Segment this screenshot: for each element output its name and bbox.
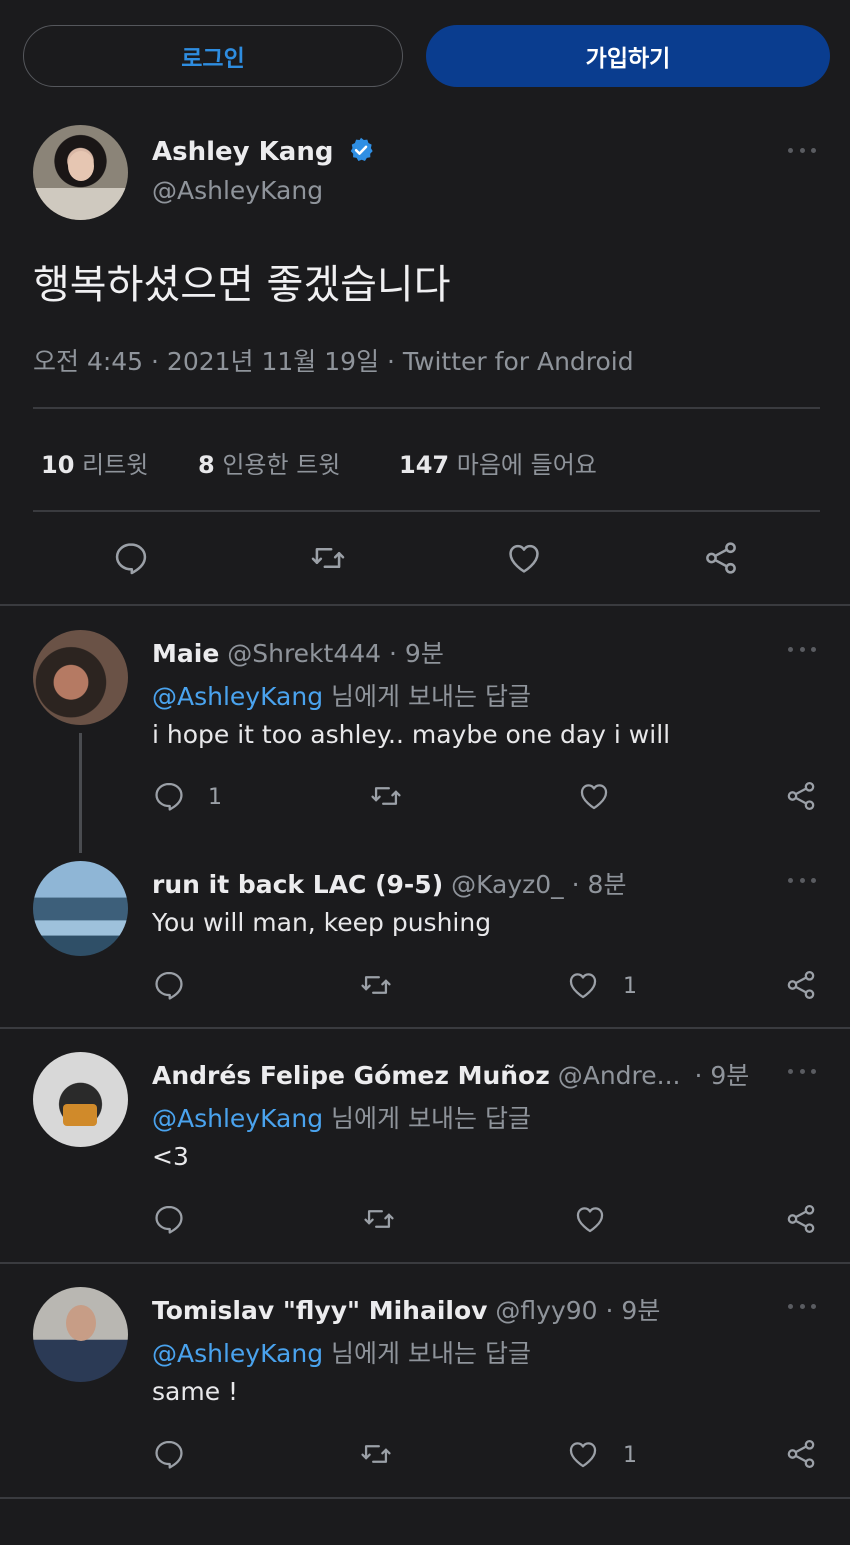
reply-avatar[interactable] [33, 630, 128, 725]
share-icon[interactable] [702, 539, 740, 577]
more-options-icon[interactable] [788, 1069, 816, 1075]
reply-author-handle[interactable]: @Kayz0_ [451, 870, 564, 899]
heart-icon[interactable] [566, 968, 600, 1002]
reply-icon[interactable] [152, 779, 186, 813]
divider [0, 1027, 850, 1029]
author-handle[interactable]: @AshleyKang [152, 176, 323, 205]
retweet-icon[interactable] [359, 968, 393, 1002]
quotes-stat[interactable]: 8 인용한 트윗 [198, 445, 340, 480]
retweet-icon[interactable] [362, 1202, 396, 1236]
share-icon[interactable] [784, 779, 818, 813]
retweet-icon[interactable] [369, 779, 403, 813]
tweet-text: 행복하셨으면 좋겠습니다 [33, 262, 451, 308]
more-options-icon[interactable] [788, 148, 816, 154]
reply-to-suffix: 님에게 보내는 답글 [331, 1104, 531, 1133]
reply-avatar[interactable] [33, 861, 128, 956]
reply-header: Andrés Felipe Gómez Muñoz @Andre... · 9분 [152, 1056, 749, 1092]
retweets-stat[interactable]: 10 리트윗 [41, 445, 148, 480]
share-icon[interactable] [784, 968, 818, 1002]
reply-count: 1 [208, 785, 222, 810]
likes-stat[interactable]: 147 마음에 들어요 [399, 445, 597, 480]
divider [33, 510, 820, 512]
retweet-icon[interactable] [309, 539, 347, 577]
retweets-count: 10 [41, 451, 75, 479]
verified-badge-icon [347, 136, 375, 164]
reply-to-handle[interactable]: @AshleyKang [152, 1104, 323, 1133]
thread-connector [79, 733, 82, 853]
like-count: 1 [623, 974, 637, 999]
reply-icon[interactable] [152, 968, 186, 1002]
reply-header: run it back LAC (9-5) @Kayz0_ · 8분 [152, 865, 626, 901]
reply-author-name[interactable]: run it back LAC (9-5) [152, 870, 443, 899]
divider [33, 407, 820, 409]
share-icon[interactable] [784, 1202, 818, 1236]
reply-author-handle[interactable]: @flyy90 [495, 1296, 597, 1325]
reply-time: · 9분 [389, 639, 444, 668]
more-options-icon[interactable] [788, 1304, 816, 1310]
reply-header: Tomislav "flyy" Mihailov @flyy90 · 9분 [152, 1291, 660, 1327]
quotes-label: 인용한 트윗 [222, 451, 341, 479]
share-icon[interactable] [784, 1437, 818, 1471]
likes-count: 147 [399, 451, 450, 479]
reply-author-name[interactable]: Andrés Felipe Gómez Muñoz [152, 1061, 550, 1090]
divider [0, 1497, 850, 1499]
retweet-icon[interactable] [359, 1437, 393, 1471]
reply-to-line: @AshleyKang 님에게 보내는 답글 [152, 1334, 531, 1370]
reply-author-handle[interactable]: @Shrekt444 [227, 639, 381, 668]
reply-time: · 9분 [605, 1296, 661, 1325]
author-name-row[interactable]: Ashley Kang [152, 136, 375, 167]
quotes-count: 8 [198, 451, 215, 479]
reply-text: You will man, keep pushing [152, 908, 492, 937]
reply-time: · 8분 [571, 870, 627, 899]
reply-avatar[interactable] [33, 1287, 128, 1382]
reply-author-handle[interactable]: @Andre... [558, 1061, 681, 1090]
heart-icon[interactable] [505, 539, 543, 577]
reply-to-suffix: 님에게 보내는 답글 [331, 1339, 531, 1368]
reply-to-suffix: 님에게 보내는 답글 [331, 682, 531, 711]
reply-header: Maie @Shrekt444 · 9분 [152, 634, 444, 670]
reply-to-line: @AshleyKang 님에게 보내는 답글 [152, 677, 531, 713]
author-name[interactable]: Ashley Kang [152, 137, 333, 167]
reply-to-handle[interactable]: @AshleyKang [152, 1339, 323, 1368]
retweets-label: 리트윗 [82, 451, 149, 479]
author-avatar[interactable] [33, 125, 128, 220]
divider [0, 1262, 850, 1264]
divider [0, 604, 850, 606]
heart-icon[interactable] [577, 779, 611, 813]
reply-avatar[interactable] [33, 1052, 128, 1147]
more-options-icon[interactable] [788, 647, 816, 653]
more-options-icon[interactable] [788, 878, 816, 884]
reply-to-line: @AshleyKang 님에게 보내는 답글 [152, 1099, 531, 1135]
reply-author-name[interactable]: Tomislav "flyy" Mihailov [152, 1296, 487, 1325]
reply-to-handle[interactable]: @AshleyKang [152, 682, 323, 711]
signup-button[interactable]: 가입하기 [426, 25, 830, 87]
login-button[interactable]: 로그인 [23, 25, 403, 87]
reply-time: · 9분 [694, 1061, 750, 1090]
reply-text: same ! [152, 1377, 239, 1406]
reply-icon[interactable] [112, 539, 150, 577]
heart-icon[interactable] [573, 1202, 607, 1236]
reply-author-name[interactable]: Maie [152, 639, 219, 668]
reply-text: <3 [152, 1142, 189, 1171]
likes-label: 마음에 들어요 [456, 451, 597, 479]
reply-text: i hope it too ashley.. maybe one day i w… [152, 720, 671, 749]
reply-icon[interactable] [152, 1202, 186, 1236]
tweet-meta: 오전 4:45 · 2021년 11월 19일 · Twitter for An… [33, 347, 634, 376]
heart-icon[interactable] [566, 1437, 600, 1471]
like-count: 1 [623, 1443, 637, 1468]
reply-icon[interactable] [152, 1437, 186, 1471]
